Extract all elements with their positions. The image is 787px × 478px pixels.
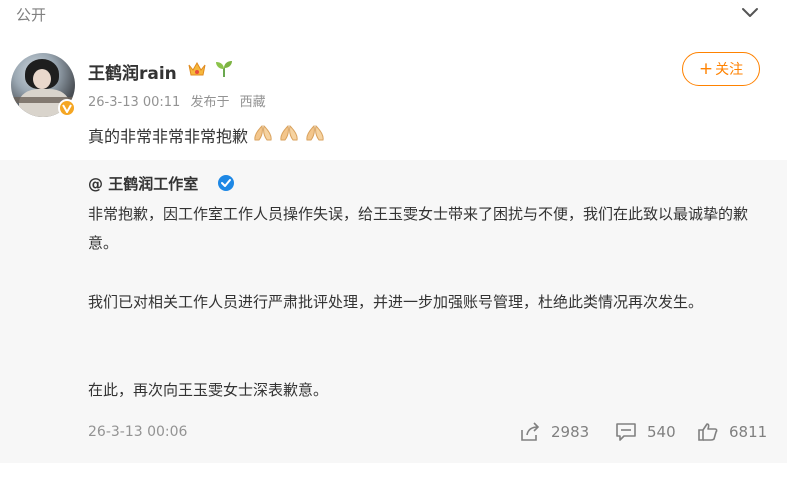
- comment-count: 540: [647, 423, 676, 441]
- verified-blue-icon: [218, 175, 234, 195]
- location-prefix: 发布于: [190, 95, 230, 110]
- original-author[interactable]: @ 王鹤润工作室: [88, 173, 198, 194]
- crown-icon: [188, 61, 206, 81]
- plus-icon: +: [698, 58, 714, 79]
- original-paragraph: 我们已对相关工作人员进行严肃批评处理，并进一步加强账号管理，杜绝此类情况再次发生…: [88, 293, 704, 311]
- post-meta: 26-3-13 00:11 发布于 西藏: [88, 91, 272, 110]
- original-paragraph: 非常抱歉，因工作室工作人员操作失误，给王玉雯女士带来了困扰与不便，我们在此致以最…: [88, 205, 749, 252]
- post-text: 真的非常非常非常抱歉: [88, 123, 326, 147]
- post-location: 西藏: [239, 95, 266, 110]
- like-count: 6811: [729, 423, 768, 441]
- like-button[interactable]: 6811: [697, 422, 767, 442]
- comment-button[interactable]: 540: [615, 422, 676, 442]
- share-icon: [521, 422, 540, 441]
- reposted-content[interactable]: @ 王鹤润工作室 非常抱歉，因工作室工作人员操作失误，给王玉雯女士带来了困扰与不…: [0, 160, 787, 463]
- visibility-label: 公开: [16, 6, 47, 24]
- chevron-down-icon[interactable]: [738, 2, 762, 22]
- original-paragraph: 在此，再次向王玉雯女士深表歉意。: [88, 381, 329, 399]
- sprout-icon: [214, 59, 234, 83]
- share-button[interactable]: 2983: [519, 422, 589, 442]
- post-body: 真的非常非常非常抱歉: [88, 127, 249, 146]
- folded-hands-icon: [278, 124, 300, 146]
- post-timestamp[interactable]: 26-3-13 00:11: [88, 95, 180, 110]
- username[interactable]: 王鹤润rain: [88, 59, 177, 84]
- follow-button[interactable]: + 关注: [682, 52, 760, 86]
- verified-badge-icon: [58, 99, 76, 117]
- thumbs-up-icon: [698, 423, 718, 441]
- original-timestamp[interactable]: 26-3-13 00:06: [88, 424, 187, 440]
- folded-hands-icon: [252, 124, 274, 146]
- follow-label: 关注: [715, 62, 744, 78]
- comment-icon: [616, 423, 636, 441]
- post-header-bar: 公开: [0, 0, 787, 28]
- share-count: 2983: [551, 423, 590, 441]
- folded-hands-icon: [304, 124, 326, 146]
